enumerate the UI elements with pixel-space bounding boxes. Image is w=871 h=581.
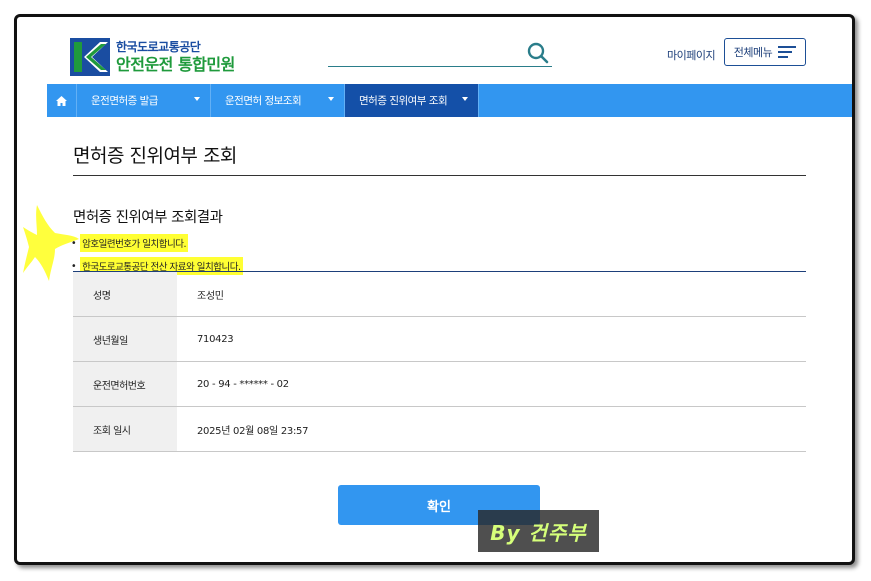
table-row: 운전면허번호 20 - 94 - ****** - 02	[73, 362, 806, 407]
table-row: 성명 조성민	[73, 272, 806, 317]
result-message-text: 암호일련번호가 일치합니다.	[80, 234, 189, 252]
row-value: 20 - 94 - ****** - 02	[197, 378, 289, 390]
all-menu-button[interactable]: 전체메뉴	[724, 38, 806, 66]
row-value: 710423	[197, 333, 234, 345]
nav-item-license-info[interactable]: 운전면허 정보조회	[211, 84, 345, 117]
nav-home[interactable]	[47, 84, 77, 117]
nav-item-label: 운전면허증 발급	[91, 95, 158, 107]
row-label: 성명	[73, 272, 177, 316]
nav-item-label: 운전면허 정보조회	[225, 95, 302, 107]
my-page-link[interactable]: 마이페이지	[667, 47, 716, 63]
result-table: 성명 조성민 생년월일 710423 운전면허번호 20 - 94 - ****…	[73, 271, 806, 452]
main-nav: 운전면허증 발급 운전면허 정보조회 면허증 진위여부 조회	[47, 84, 852, 117]
row-value: 조성민	[197, 290, 224, 302]
nav-item-license-issue[interactable]: 운전면허증 발급	[77, 84, 211, 117]
table-row: 조회 일시 2025년 02월 08일 23:57	[73, 407, 806, 452]
hamburger-menu-icon	[778, 46, 797, 58]
search-icon[interactable]	[526, 41, 550, 65]
caret-down-icon	[462, 97, 468, 101]
koroad-logo-icon	[70, 38, 110, 76]
service-name: 안전운전 통합민원	[116, 54, 235, 74]
site-logo[interactable]: 한국도로교통공단 안전운전 통합민원	[70, 37, 235, 77]
section-title: 면허증 진위여부 조회결과	[73, 210, 223, 226]
org-name: 한국도로교통공단	[116, 39, 201, 54]
all-menu-label: 전체메뉴	[733, 46, 773, 59]
row-label: 생년월일	[73, 317, 177, 361]
search-input[interactable]	[328, 39, 518, 65]
row-value: 2025년 02월 08일 23:57	[197, 425, 309, 437]
table-row: 생년월일 710423	[73, 317, 806, 362]
row-label: 운전면허번호	[73, 362, 177, 406]
caret-down-icon	[194, 97, 200, 101]
caret-down-icon	[328, 97, 334, 101]
screenshot-frame: 한국도로교통공단 안전운전 통합민원 마이페이지 전체메뉴 운전면허증 발급 운…	[14, 14, 855, 565]
watermark: By 건주부	[478, 510, 599, 552]
page-title: 면허증 진위여부 조회	[73, 145, 237, 167]
nav-item-label: 면허증 진위여부 조회	[359, 95, 448, 107]
home-icon	[56, 95, 67, 106]
nav-item-license-verify[interactable]: 면허증 진위여부 조회	[345, 84, 479, 117]
row-label: 조회 일시	[73, 407, 177, 451]
result-message: • 암호일련번호가 일치합니다.	[71, 234, 189, 252]
search-bar	[328, 39, 552, 67]
divider	[73, 175, 806, 176]
